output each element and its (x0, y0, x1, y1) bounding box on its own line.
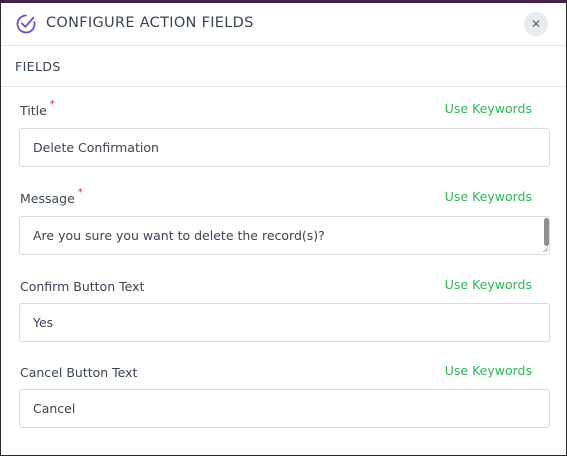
configure-action-fields-dialog: CONFIGURE ACTION FIELDS ✕ FIELDS Title * … (0, 0, 567, 456)
textarea-scrollbar[interactable] (544, 218, 549, 246)
fields-section-header: FIELDS (1, 46, 566, 87)
field-label: Confirm Button Text (20, 279, 145, 294)
use-keywords-link[interactable]: Use Keywords (445, 189, 532, 204)
use-keywords-link[interactable]: Use Keywords (445, 363, 532, 378)
title-input[interactable] (19, 128, 550, 167)
use-keywords-link[interactable]: Use Keywords (445, 101, 532, 116)
check-circle-icon (16, 14, 36, 34)
message-textarea[interactable]: Are you sure you want to delete the reco… (19, 216, 550, 255)
resize-handle-icon[interactable] (542, 246, 548, 252)
required-indicator: * (49, 99, 55, 110)
use-keywords-link[interactable]: Use Keywords (445, 277, 532, 292)
cancel-button-text-input[interactable] (19, 389, 550, 428)
dialog-header: CONFIGURE ACTION FIELDS ✕ (1, 3, 566, 46)
required-indicator: * (77, 187, 83, 198)
close-icon: ✕ (530, 17, 542, 31)
field-label: Cancel Button Text (20, 365, 138, 380)
field-label: Message * (20, 187, 83, 206)
section-title: FIELDS (15, 59, 61, 74)
dialog-title: CONFIGURE ACTION FIELDS (46, 15, 254, 31)
field-label: Title * (20, 99, 55, 118)
close-button[interactable]: ✕ (524, 12, 548, 36)
confirm-button-text-input[interactable] (19, 303, 550, 342)
